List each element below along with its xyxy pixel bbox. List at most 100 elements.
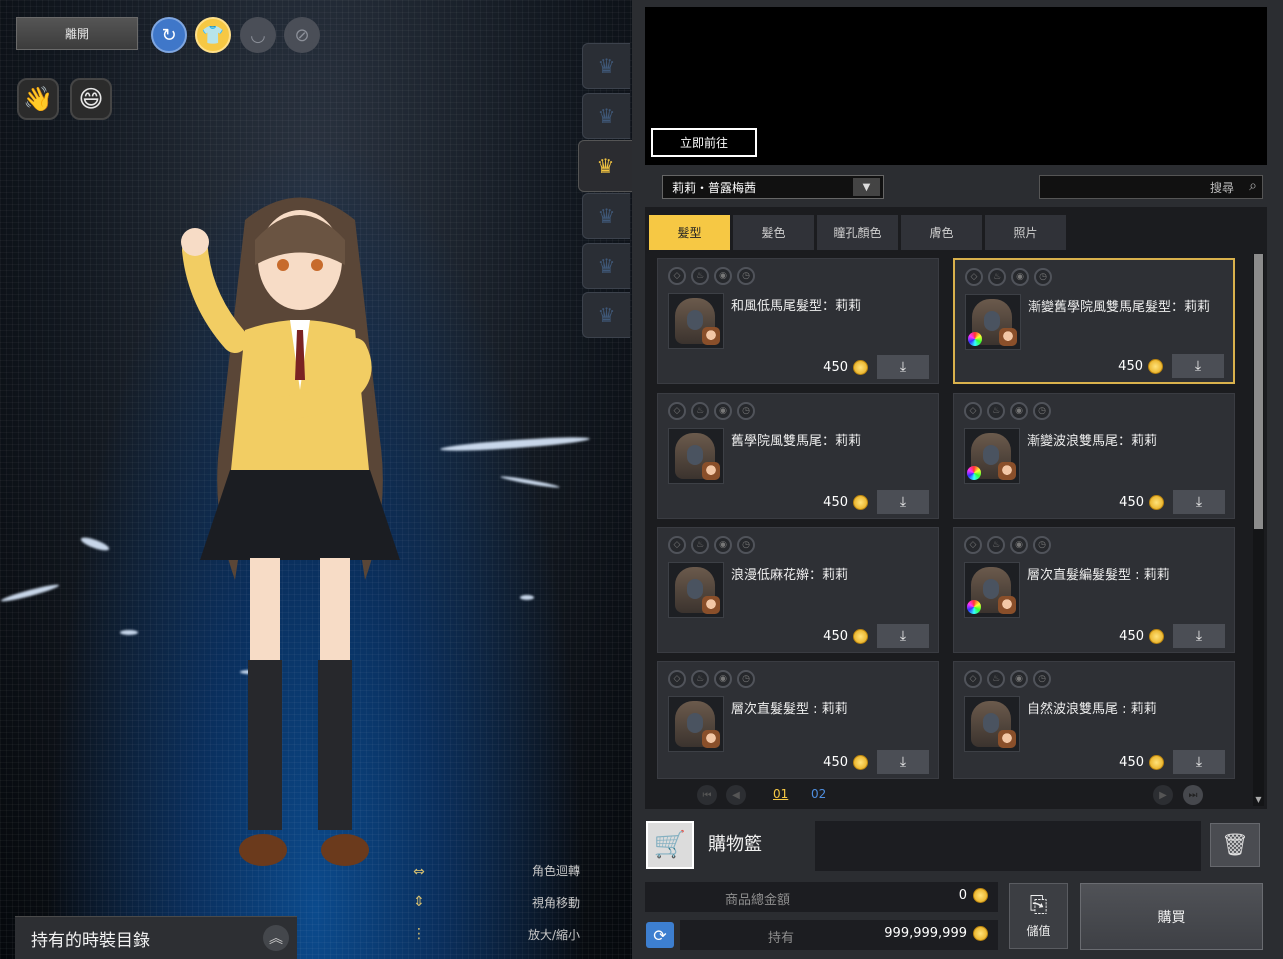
character-face-icon [998, 596, 1016, 614]
diamond-icon: ◇ [668, 402, 686, 420]
control-hint-zoom: 放大/縮小 [480, 926, 580, 943]
coin-icon [1149, 629, 1164, 644]
page-number-2[interactable]: 02 [811, 787, 826, 801]
crown-icon: ♛ [598, 204, 616, 228]
item-card[interactable]: ◇♨◉◷層次直髮編髮髮型 : 莉莉450⤓ [953, 527, 1235, 653]
control-hint-rotate: 角色迴轉 [480, 862, 580, 879]
owned-amount-number: 999,999,999 [884, 926, 967, 941]
search-label: 搜尋 [1210, 179, 1234, 196]
lock-icon: ◉ [714, 670, 732, 688]
chevron-up-icon[interactable]: ︽ [263, 925, 289, 951]
download-icon: ⤓ [1196, 754, 1202, 770]
character-select-value: 莉莉・普露梅茜 [672, 179, 756, 196]
wave-hand-icon[interactable]: 👋 [17, 78, 59, 120]
refresh-icon[interactable]: ⟳ [646, 922, 674, 948]
item-card[interactable]: ◇♨◉◷自然波浪雙馬尾 : 莉莉450⤓ [953, 661, 1235, 779]
item-name: 漸變舊學院風雙馬尾髮型：莉莉 [1028, 296, 1210, 315]
prev-page-icon[interactable]: ◀ [726, 785, 746, 805]
search-input[interactable]: 搜尋 ⌕ [1039, 175, 1263, 199]
category-tab-2[interactable]: ♛ [582, 93, 630, 139]
shirt-icon[interactable]: 👕 [195, 17, 231, 53]
search-icon[interactable]: ⌕ [1249, 178, 1257, 194]
item-card[interactable]: ◇♨◉◷漸變波浪雙馬尾：莉莉450⤓ [953, 393, 1235, 519]
owned-collection-bar[interactable]: 持有的時裝目錄 ︽ [15, 916, 297, 959]
item-name: 自然波浪雙馬尾 : 莉莉 [1027, 698, 1157, 717]
item-name: 浪漫低麻花辮：莉莉 [731, 564, 848, 583]
crown-icon: ♛ [598, 104, 616, 128]
flame-icon: ♨ [691, 670, 709, 688]
add-to-cart-button[interactable]: ⤓ [1172, 354, 1224, 378]
item-card[interactable]: ◇♨◉◷和風低馬尾髮型：莉莉450⤓ [657, 258, 939, 384]
character-select[interactable]: 莉莉・普露梅茜 ▼ [662, 175, 884, 199]
item-price: 450 [823, 755, 868, 770]
coin-icon [1149, 495, 1164, 510]
coin-icon [853, 629, 868, 644]
cart-contents[interactable] [815, 821, 1201, 871]
chevron-down-icon[interactable]: ▼ [853, 178, 880, 196]
character-model[interactable] [150, 180, 450, 890]
item-card[interactable]: ◇♨◉◷漸變舊學院風雙馬尾髮型：莉莉450⤓ [953, 258, 1235, 384]
lock-icon: ◉ [1011, 268, 1029, 286]
trash-icon[interactable]: 🗑 [1210, 823, 1260, 867]
item-card[interactable]: ◇♨◉◷層次直髮髮型 : 莉莉450⤓ [657, 661, 939, 779]
smile-face-icon[interactable]: 😄 [70, 78, 112, 120]
character-face-icon [998, 462, 1016, 480]
item-list-scrollbar[interactable]: ▼ [1253, 254, 1264, 806]
last-page-icon[interactable]: ⏭ [1183, 785, 1203, 805]
first-page-icon[interactable]: ⏮ [697, 785, 717, 805]
rotate-icon[interactable]: ↻ [151, 17, 187, 53]
category-tab-3[interactable]: ♛ [578, 140, 632, 192]
download-icon: ⤓ [900, 359, 906, 375]
owned-amount-value: 999,999,999 [884, 926, 988, 941]
character-preview-scene[interactable]: 離開 ↻ 👕 ◡ ⊘ 👋 😄 ♛ ♛ ♛ ♛ ♛ ♛ ⇔ 角色迴轉 ⇕ 視角移動… [0, 0, 632, 959]
item-price: 450 [1119, 755, 1164, 770]
tab-skin-color[interactable]: 膚色 [901, 215, 982, 250]
category-tab-4[interactable]: ♛ [582, 193, 630, 239]
add-to-cart-button[interactable]: ⤓ [877, 750, 929, 774]
download-icon: ⤓ [900, 494, 906, 510]
owned-amount-label: 持有 [768, 927, 794, 946]
tab-eye-color[interactable]: 瞳孔顏色 [817, 215, 898, 250]
add-to-cart-button[interactable]: ⤓ [1173, 750, 1225, 774]
mouse-rotate-icon: ⇔ [410, 864, 428, 880]
charge-button[interactable]: ⎘ 儲值 [1009, 883, 1068, 949]
tab-hair-color[interactable]: 髮色 [733, 215, 814, 250]
lock-icon: ◉ [714, 402, 732, 420]
category-tab-1[interactable]: ♛ [582, 43, 630, 89]
diamond-icon: ◇ [964, 402, 982, 420]
add-to-cart-button[interactable]: ⤓ [877, 355, 929, 379]
lock-icon: ◉ [714, 267, 732, 285]
scroll-down-icon[interactable]: ▼ [1253, 795, 1264, 806]
item-thumbnail [964, 428, 1020, 484]
item-price-value: 450 [1119, 629, 1144, 644]
add-to-cart-button[interactable]: ⤓ [877, 624, 929, 648]
diamond-icon: ◇ [965, 268, 983, 286]
item-card[interactable]: ◇♨◉◷浪漫低麻花辮：莉莉450⤓ [657, 527, 939, 653]
tab-hairstyle[interactable]: 髮型 [649, 215, 730, 250]
buy-button[interactable]: 購買 [1080, 883, 1263, 950]
leave-button[interactable]: 離開 [16, 17, 138, 50]
add-to-cart-button[interactable]: ⤓ [1173, 490, 1225, 514]
item-card[interactable]: ◇♨◉◷舊學院風雙馬尾：莉莉450⤓ [657, 393, 939, 519]
add-to-cart-button[interactable]: ⤓ [1173, 624, 1225, 648]
tab-photo[interactable]: 照片 [985, 215, 1066, 250]
character-face-icon [998, 730, 1016, 748]
weapon-hidden-icon[interactable]: ⊘ [284, 17, 320, 53]
item-thumbnail [668, 293, 724, 349]
clock-icon: ◷ [1033, 536, 1051, 554]
scrollbar-thumb[interactable] [1254, 254, 1263, 529]
item-price: 450 [1118, 359, 1163, 374]
category-tab-6[interactable]: ♛ [582, 292, 630, 338]
total-amount-number: 0 [959, 888, 967, 903]
underwear-icon[interactable]: ◡ [240, 17, 276, 53]
crown-icon: ♛ [598, 303, 616, 327]
next-page-icon[interactable]: ▶ [1153, 785, 1173, 805]
color-wheel-icon [967, 600, 981, 614]
control-hint-move: 視角移動 [480, 894, 580, 911]
flame-icon: ♨ [691, 267, 709, 285]
category-tab-5[interactable]: ♛ [582, 243, 630, 289]
flame-icon: ♨ [988, 268, 1006, 286]
page-number-1[interactable]: 01 [773, 787, 788, 801]
goto-button[interactable]: 立即前往 [651, 128, 757, 157]
add-to-cart-button[interactable]: ⤓ [877, 490, 929, 514]
